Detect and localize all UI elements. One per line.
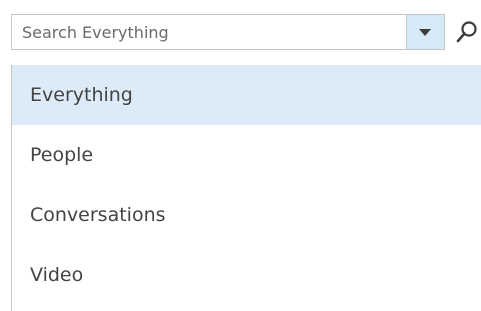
menu-item-label: Everything — [30, 84, 133, 106]
menu-item-label: Conversations — [30, 204, 166, 226]
caret-down-icon — [419, 29, 431, 36]
menu-item-label: Video — [30, 264, 84, 286]
menu-item-conversations[interactable]: Conversations — [12, 185, 481, 245]
search-input[interactable] — [12, 15, 407, 49]
search-button[interactable] — [449, 14, 481, 50]
menu-item-everything[interactable]: Everything — [12, 65, 481, 125]
scope-dropdown-menu: Everything People Conversations Video — [11, 65, 481, 311]
search-scope-widget: Everything People Conversations Video — [0, 0, 481, 311]
menu-item-people[interactable]: People — [12, 125, 481, 185]
menu-item-video[interactable]: Video — [12, 245, 481, 305]
menu-item-label: People — [30, 144, 94, 166]
scope-dropdown-button[interactable] — [406, 15, 444, 49]
search-box — [11, 14, 445, 50]
magnifier-icon — [456, 21, 477, 43]
